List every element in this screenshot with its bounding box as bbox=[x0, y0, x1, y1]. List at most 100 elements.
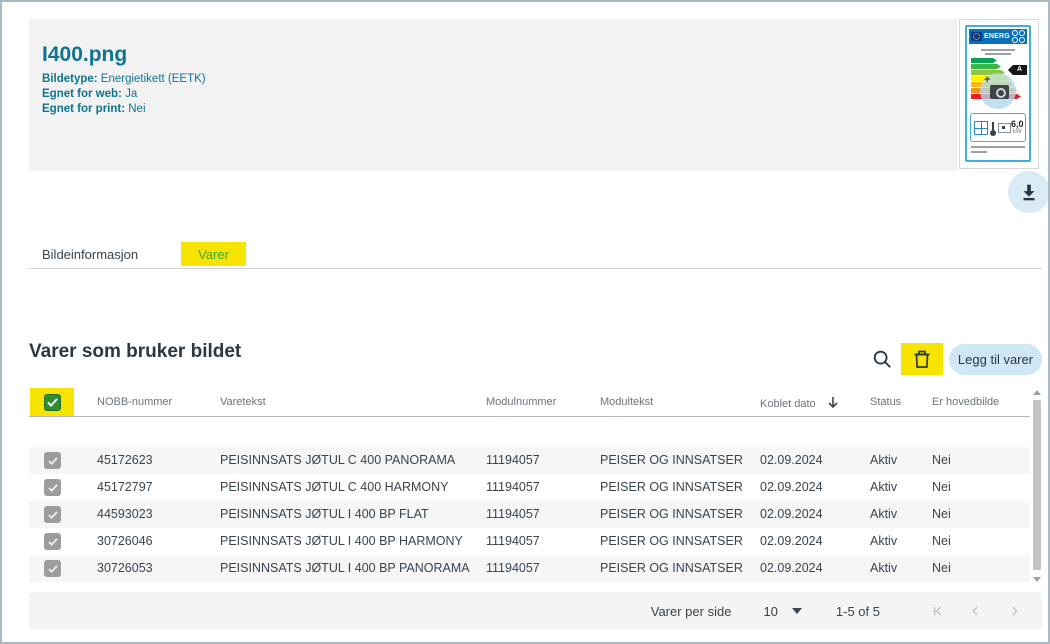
table-row: 44593023 PEISINNSATS JØTUL I 400 BP FLAT… bbox=[29, 501, 1030, 528]
vertical-scrollbar[interactable] bbox=[1032, 388, 1043, 584]
cell-hovedbilde: Nei bbox=[932, 501, 951, 528]
select-all-checkbox[interactable] bbox=[44, 394, 61, 411]
sort-desc-icon bbox=[827, 396, 839, 409]
table-row: 30726053 PEISINNSATS JØTUL I 400 BP PANO… bbox=[29, 555, 1030, 582]
trash-icon bbox=[913, 349, 931, 369]
cell-modultekst: PEISER OG INNSATSER bbox=[600, 501, 743, 528]
check-icon bbox=[48, 484, 58, 492]
scrollbar-thumb[interactable] bbox=[1033, 400, 1041, 570]
tab-divider bbox=[29, 268, 1042, 269]
energy-label-title: ENERG bbox=[984, 33, 1010, 40]
table-header: NOBB-nummer Varetekst Modulnummer Modult… bbox=[2, 388, 1050, 416]
cell-status: Aktiv bbox=[870, 447, 897, 474]
cell-modultekst: PEISER OG INNSATSER bbox=[600, 528, 743, 555]
table-body: 45172623 PEISINNSATS JØTUL C 400 PANORAM… bbox=[29, 447, 1030, 582]
row-checkbox[interactable] bbox=[44, 533, 61, 550]
column-header-status[interactable]: Status bbox=[870, 396, 901, 408]
per-page-label: Varer per side bbox=[651, 604, 732, 619]
search-icon bbox=[871, 348, 893, 370]
cell-status: Aktiv bbox=[870, 474, 897, 501]
table-row: 45172797 PEISINNSATS JØTUL C 400 HARMONY… bbox=[29, 474, 1030, 501]
cell-modulnummer: 11194057 bbox=[486, 555, 540, 582]
section-heading: Varer som bruker bildet bbox=[29, 341, 241, 363]
meta-line-print: Egnet for print: Nei bbox=[42, 102, 206, 117]
efficiency-icon bbox=[998, 123, 1011, 133]
energy-label-preview: ENERG A + bbox=[965, 25, 1031, 162]
cell-hovedbilde: Nei bbox=[932, 528, 951, 555]
meta-value: Nei bbox=[128, 103, 145, 115]
scroll-down-arrow-icon[interactable] bbox=[1033, 577, 1041, 582]
power-value: 6,0 kW bbox=[1011, 120, 1024, 135]
tab-varer[interactable]: Varer bbox=[181, 242, 246, 266]
meta-label: Egnet for print: bbox=[42, 103, 125, 115]
cell-modulnummer: 11194057 bbox=[486, 447, 540, 474]
chevron-left-icon bbox=[968, 603, 984, 619]
row-checkbox[interactable] bbox=[44, 452, 61, 469]
cell-nobb: 44593023 bbox=[97, 501, 153, 528]
cell-modultekst: PEISER OG INNSATSER bbox=[600, 474, 743, 501]
row-checkbox[interactable] bbox=[44, 560, 61, 577]
meta-label: Egnet for web: bbox=[42, 88, 122, 100]
search-button[interactable] bbox=[869, 346, 895, 372]
delete-button[interactable] bbox=[901, 343, 943, 375]
check-icon bbox=[48, 457, 58, 465]
tab-bildeinformasjon[interactable]: Bildeinformasjon bbox=[42, 247, 138, 262]
cell-modulnummer: 11194057 bbox=[486, 501, 540, 528]
column-header-varetekst[interactable]: Varetekst bbox=[220, 396, 266, 408]
previous-page-button[interactable] bbox=[964, 599, 988, 623]
cell-nobb: 45172623 bbox=[97, 447, 153, 474]
cell-varetekst: PEISINNSATS JØTUL I 400 BP PANORAMA bbox=[220, 555, 470, 582]
energy-label-header: ENERG bbox=[969, 29, 1027, 44]
download-button[interactable] bbox=[1008, 171, 1050, 213]
camera-overlay-icon: + bbox=[980, 73, 1016, 109]
column-header-koblet-dato[interactable]: Koblet dato bbox=[760, 396, 839, 410]
column-header-nobb[interactable]: NOBB-nummer bbox=[97, 396, 172, 408]
cell-koblet-dato: 02.09.2024 bbox=[760, 474, 823, 501]
column-header-modulnummer[interactable]: Modulnummer bbox=[486, 396, 556, 408]
chevron-right-icon bbox=[1006, 603, 1022, 619]
column-header-hovedbilde[interactable]: Er hovedbilde bbox=[932, 396, 999, 408]
cell-varetekst: PEISINNSATS JØTUL C 400 PANORAMA bbox=[220, 447, 455, 474]
cell-modulnummer: 11194057 bbox=[486, 474, 540, 501]
cell-koblet-dato: 02.09.2024 bbox=[760, 528, 823, 555]
per-page-select[interactable]: 10 bbox=[763, 604, 801, 619]
table-row: 30726046 PEISINNSATS JØTUL I 400 BP HARM… bbox=[29, 528, 1030, 555]
row-checkbox[interactable] bbox=[44, 506, 61, 523]
cell-varetekst: PEISINNSATS JØTUL I 400 BP FLAT bbox=[220, 501, 429, 528]
column-header-modultekst[interactable]: Modultekst bbox=[600, 396, 653, 408]
app-window: I400.png Bildetype: Energietikett (EETK)… bbox=[0, 0, 1050, 644]
cell-nobb: 30726053 bbox=[97, 555, 153, 582]
table-header-divider bbox=[29, 416, 1030, 417]
select-all-highlight bbox=[30, 388, 74, 416]
image-metadata: Bildetype: Energietikett (EETK) Egnet fo… bbox=[42, 72, 206, 117]
row-checkbox[interactable] bbox=[44, 479, 61, 496]
image-thumbnail[interactable]: ENERG A + bbox=[959, 19, 1039, 169]
eu-flag-icon bbox=[971, 32, 982, 41]
thermometer-icon bbox=[992, 122, 994, 134]
image-info-panel: I400.png Bildetype: Energietikett (EETK)… bbox=[29, 19, 957, 171]
cell-hovedbilde: Nei bbox=[932, 555, 951, 582]
cell-hovedbilde: Nei bbox=[932, 447, 951, 474]
meta-value: Ja bbox=[125, 88, 137, 100]
cell-nobb: 30726046 bbox=[97, 528, 153, 555]
check-icon bbox=[48, 538, 58, 546]
check-icon bbox=[48, 565, 58, 573]
next-page-button[interactable] bbox=[1002, 599, 1026, 623]
check-icon bbox=[48, 511, 58, 519]
energy-header-icons bbox=[1012, 30, 1025, 43]
scroll-up-arrow-icon[interactable] bbox=[1033, 390, 1041, 395]
energy-bar bbox=[971, 58, 997, 63]
cell-status: Aktiv bbox=[870, 555, 897, 582]
stove-icon bbox=[974, 121, 988, 135]
per-page-value: 10 bbox=[763, 604, 777, 619]
first-page-button[interactable] bbox=[926, 599, 950, 623]
energy-footnote-text bbox=[971, 146, 1025, 156]
energy-model-text bbox=[967, 47, 1029, 57]
cell-varetekst: PEISINNSATS JØTUL C 400 HARMONY bbox=[220, 474, 449, 501]
cell-modulnummer: 11194057 bbox=[486, 528, 540, 555]
add-varer-button[interactable]: Legg til varer bbox=[949, 344, 1042, 375]
cell-varetekst: PEISINNSATS JØTUL I 400 BP HARMONY bbox=[220, 528, 463, 555]
check-icon bbox=[47, 398, 58, 407]
chevron-down-icon bbox=[792, 608, 802, 614]
pagination-bar: Varer per side 10 1-5 of 5 bbox=[29, 592, 1042, 630]
